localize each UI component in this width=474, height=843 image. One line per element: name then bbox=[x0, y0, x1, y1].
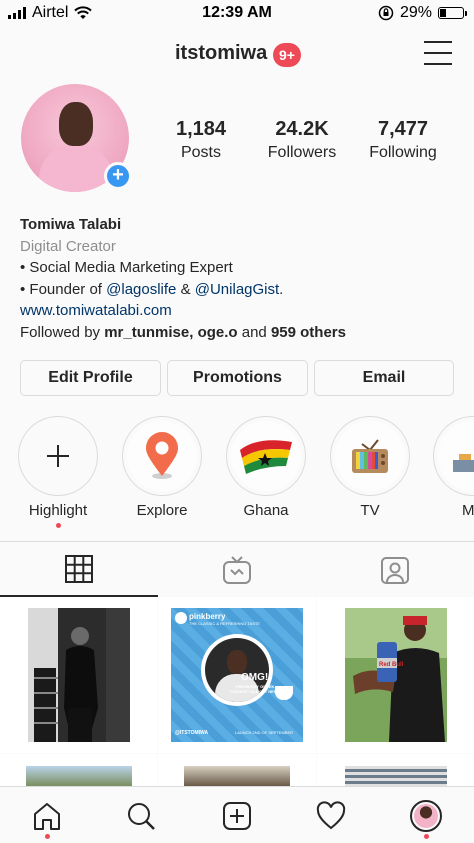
palm-photo bbox=[25, 766, 132, 786]
street-photo bbox=[184, 766, 290, 786]
nav-activity[interactable] bbox=[314, 799, 348, 833]
highlight-ghana-label: Ghana bbox=[243, 502, 289, 519]
tv-icon bbox=[352, 439, 388, 473]
highlight-new-label: Highlight bbox=[28, 502, 88, 519]
followed-by-mid: and bbox=[237, 323, 271, 341]
battery-percent: 29% bbox=[399, 4, 432, 21]
highlight-partial-label: M bbox=[462, 502, 474, 519]
followed-by-prefix: Followed by bbox=[20, 323, 105, 341]
bio-line-2-mid: & bbox=[176, 280, 195, 298]
profile-tab-avatar bbox=[410, 800, 442, 832]
highlight-tv-label: TV bbox=[360, 502, 380, 519]
heart-icon bbox=[316, 801, 346, 830]
battery-icon bbox=[438, 7, 467, 19]
home-icon bbox=[34, 803, 60, 830]
pinkberry-flyer: pinkberry THE CLASSIC & REFRESHING TASTE… bbox=[171, 608, 303, 742]
add-story-icon[interactable]: + bbox=[104, 162, 132, 190]
add-post-icon bbox=[223, 802, 251, 830]
following-value: 7,477 bbox=[377, 118, 429, 140]
bio-line-1: • Social Media Marketing Expert bbox=[20, 259, 233, 276]
nav-home[interactable] bbox=[30, 799, 64, 833]
highlight-new-ring bbox=[18, 416, 98, 496]
email-button[interactable]: Email bbox=[314, 360, 454, 396]
highlight-ghana[interactable]: Ghana bbox=[225, 416, 307, 519]
desk-icon bbox=[453, 454, 474, 472]
followed-by-users: mr_tunmise, oge.o bbox=[104, 323, 238, 341]
tab-igtv[interactable] bbox=[158, 542, 316, 597]
tab-grid[interactable] bbox=[0, 542, 158, 597]
post-thumbnail-1[interactable] bbox=[0, 597, 157, 753]
notifications-badge[interactable]: 9+ bbox=[273, 43, 301, 67]
bottom-navigation bbox=[0, 786, 474, 843]
pinkberry-tagline: THE CLASSIC & REFRESHING TASTE bbox=[189, 621, 260, 626]
tab-tagged[interactable] bbox=[316, 542, 474, 597]
posts-count[interactable]: 1,184 Posts bbox=[168, 118, 234, 162]
igtv-icon bbox=[223, 555, 251, 584]
grid-icon bbox=[65, 554, 93, 583]
followed-by[interactable]: Followed by mr_tunmise, oge.o and 959 ot… bbox=[20, 322, 460, 344]
menu-icon[interactable] bbox=[424, 41, 452, 65]
nav-new-post[interactable] bbox=[220, 799, 254, 833]
bio-line-2-suffix: . bbox=[279, 280, 284, 298]
posts-label: Posts bbox=[180, 144, 221, 161]
followers-count[interactable]: 24.2K Followers bbox=[262, 118, 342, 162]
highlight-new[interactable]: Highlight bbox=[17, 416, 99, 528]
pinkberry-handle: @ITSTOMIWA bbox=[175, 730, 209, 736]
profile-header: itstomiwa 9+ bbox=[0, 36, 474, 72]
profile-bio: Tomiwa Talabi Digital Creator • Social M… bbox=[20, 214, 460, 343]
ghana-flag-icon bbox=[240, 440, 292, 474]
category-label: Digital Creator bbox=[20, 237, 116, 255]
bw-portrait-image bbox=[27, 608, 130, 742]
pinkberry-brand: pinkberry bbox=[189, 612, 226, 621]
username-title[interactable]: itstomiwa bbox=[175, 42, 267, 65]
followed-by-others: 959 others bbox=[270, 323, 346, 341]
tagged-person-icon bbox=[381, 556, 409, 584]
profile-activity-dot bbox=[424, 834, 429, 839]
posts-value: 1,184 bbox=[175, 118, 227, 140]
redbull-photo: Red Bull bbox=[344, 608, 447, 742]
redbull-can-text: Red Bull bbox=[379, 662, 404, 668]
building-photo bbox=[344, 766, 447, 786]
search-icon bbox=[128, 803, 155, 830]
bio-line-2-prefix: • Founder of bbox=[20, 280, 107, 298]
edit-profile-button[interactable]: Edit Profile bbox=[20, 360, 161, 396]
highlight-tv[interactable]: TV bbox=[329, 416, 411, 519]
highlight-explore-label: Explore bbox=[136, 502, 188, 519]
website-link[interactable]: www.tomiwatalabi.com bbox=[20, 300, 460, 322]
following-label: Following bbox=[369, 144, 437, 161]
pinkberry-headline: OMG! bbox=[241, 672, 269, 683]
followers-value: 24.2K bbox=[275, 118, 329, 140]
pinkberry-date: LAUNCH 2ND OF SEPTEMBER bbox=[235, 730, 294, 735]
post-thumbnail-6[interactable] bbox=[317, 754, 474, 786]
status-bar: Airtel 12:39 AM 29% bbox=[0, 0, 474, 26]
profile-tabs bbox=[0, 541, 474, 597]
home-activity-dot bbox=[45, 834, 50, 839]
bio-line-2: • Founder of @lagoslife & @UnilagGist. bbox=[20, 279, 460, 301]
orientation-lock-icon bbox=[378, 5, 394, 21]
post-thumbnail-5[interactable] bbox=[158, 754, 316, 786]
mention-lagoslife[interactable]: @lagoslife bbox=[106, 281, 176, 298]
highlight-explore[interactable]: Explore bbox=[121, 416, 203, 519]
multi-photo-icon bbox=[456, 607, 470, 621]
nav-search[interactable] bbox=[124, 799, 158, 833]
following-count[interactable]: 7,477 Following bbox=[364, 118, 442, 162]
pinkberry-logo-icon bbox=[175, 612, 187, 624]
map-pin-icon bbox=[146, 432, 178, 479]
post-thumbnail-4[interactable] bbox=[0, 754, 157, 786]
plus-icon bbox=[47, 445, 69, 467]
new-indicator-dot bbox=[55, 523, 61, 528]
post-thumbnail-3[interactable]: Red Bull bbox=[317, 597, 474, 753]
followers-label: Followers bbox=[267, 144, 337, 161]
post-thumbnail-2[interactable]: pinkberry THE CLASSIC & REFRESHING TASTE… bbox=[158, 597, 316, 753]
nav-profile[interactable] bbox=[409, 799, 443, 833]
highlight-partial[interactable]: M bbox=[432, 416, 474, 519]
mention-unilaggist[interactable]: @UnilagGist bbox=[195, 281, 279, 298]
full-name: Tomiwa Talabi bbox=[20, 216, 122, 233]
status-right: 29% bbox=[378, 4, 467, 22]
promotions-button[interactable]: Promotions bbox=[167, 360, 308, 396]
